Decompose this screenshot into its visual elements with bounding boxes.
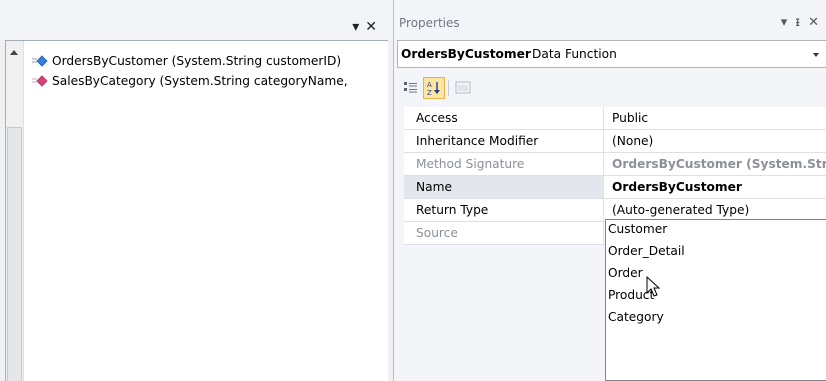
property-name: Access [404, 107, 604, 129]
function-label: SalesByCategory (System.String categoryN… [52, 74, 348, 88]
function-label: OrdersByCustomer (System.String customer… [52, 54, 342, 68]
property-row-inheritance-modifier[interactable]: Inheritance Modifier (None) [404, 130, 826, 153]
property-name: Method Signature [404, 153, 604, 175]
data-functions-pane: ▾✕ OrdersByCustomer (System.String custo… [0, 0, 393, 381]
property-name: Return Type [404, 199, 604, 221]
property-name: Source [404, 222, 604, 244]
toolbar-separator [448, 80, 449, 96]
property-row-access[interactable]: Access Public [404, 107, 826, 130]
property-row-method-signature[interactable]: Method Signature OrdersByCustomer (Syste… [404, 153, 826, 176]
pin-icon[interactable]: ᵻ [795, 15, 800, 30]
scroll-up-icon[interactable] [10, 50, 18, 55]
property-value[interactable]: Public [609, 107, 826, 129]
property-row-name[interactable]: Name OrdersByCustomer [404, 176, 826, 199]
property-value: OrdersByCustomer (System.String customer… [612, 157, 826, 171]
window-menu-dropdown-icon[interactable]: ▾ [781, 15, 788, 30]
chevron-down-icon[interactable] [813, 53, 819, 57]
dropdown-option-order[interactable]: Order [608, 266, 643, 286]
pane-header: ▾✕ [0, 0, 393, 40]
categorized-icon[interactable] [400, 77, 422, 99]
object-type: Data Function [532, 47, 617, 61]
dropdown-option-order-detail[interactable]: Order_Detail [608, 244, 685, 264]
property-pages-icon[interactable] [452, 77, 474, 99]
object-name: OrdersByCustomer [401, 47, 531, 61]
method-icon [32, 75, 48, 87]
property-value[interactable]: (None) [609, 130, 826, 152]
scroll-thumb[interactable] [7, 127, 22, 381]
properties-toolbar: A Z [397, 74, 826, 102]
pane-menu-dropdown-icon[interactable]: ▾ [352, 19, 365, 35]
dropdown-option-customer[interactable]: Customer [608, 222, 667, 242]
function-item[interactable]: OrdersByCustomer (System.String customer… [32, 52, 341, 70]
property-value[interactable]: (Auto-generated Type) [609, 199, 826, 221]
property-value[interactable]: OrdersByCustomer [609, 176, 826, 198]
object-selector[interactable]: OrdersByCustomer Data Function [397, 40, 826, 68]
svg-text:A: A [427, 81, 432, 89]
property-name: Inheritance Modifier [404, 130, 604, 152]
properties-title-buttons: ▾ ᵻ ✕ [773, 15, 819, 30]
close-icon[interactable]: ✕ [808, 15, 819, 30]
dropdown-option-category[interactable]: Category [608, 310, 664, 330]
pane-close-icon[interactable]: ✕ [365, 19, 383, 35]
properties-title-bar: Properties ▾ ᵻ ✕ [394, 0, 826, 35]
property-name: Name [404, 176, 604, 198]
function-item[interactable]: SalesByCategory (System.String categoryN… [32, 72, 348, 90]
pane-header-buttons: ▾✕ [352, 19, 383, 35]
functions-list [5, 40, 388, 381]
method-icon [32, 55, 48, 67]
alphabetical-icon[interactable]: A Z [423, 77, 445, 99]
vertical-scrollbar[interactable] [6, 41, 24, 381]
svg-text:Z: Z [427, 89, 432, 97]
mouse-cursor-icon [646, 275, 662, 300]
properties-title: Properties [399, 16, 460, 30]
